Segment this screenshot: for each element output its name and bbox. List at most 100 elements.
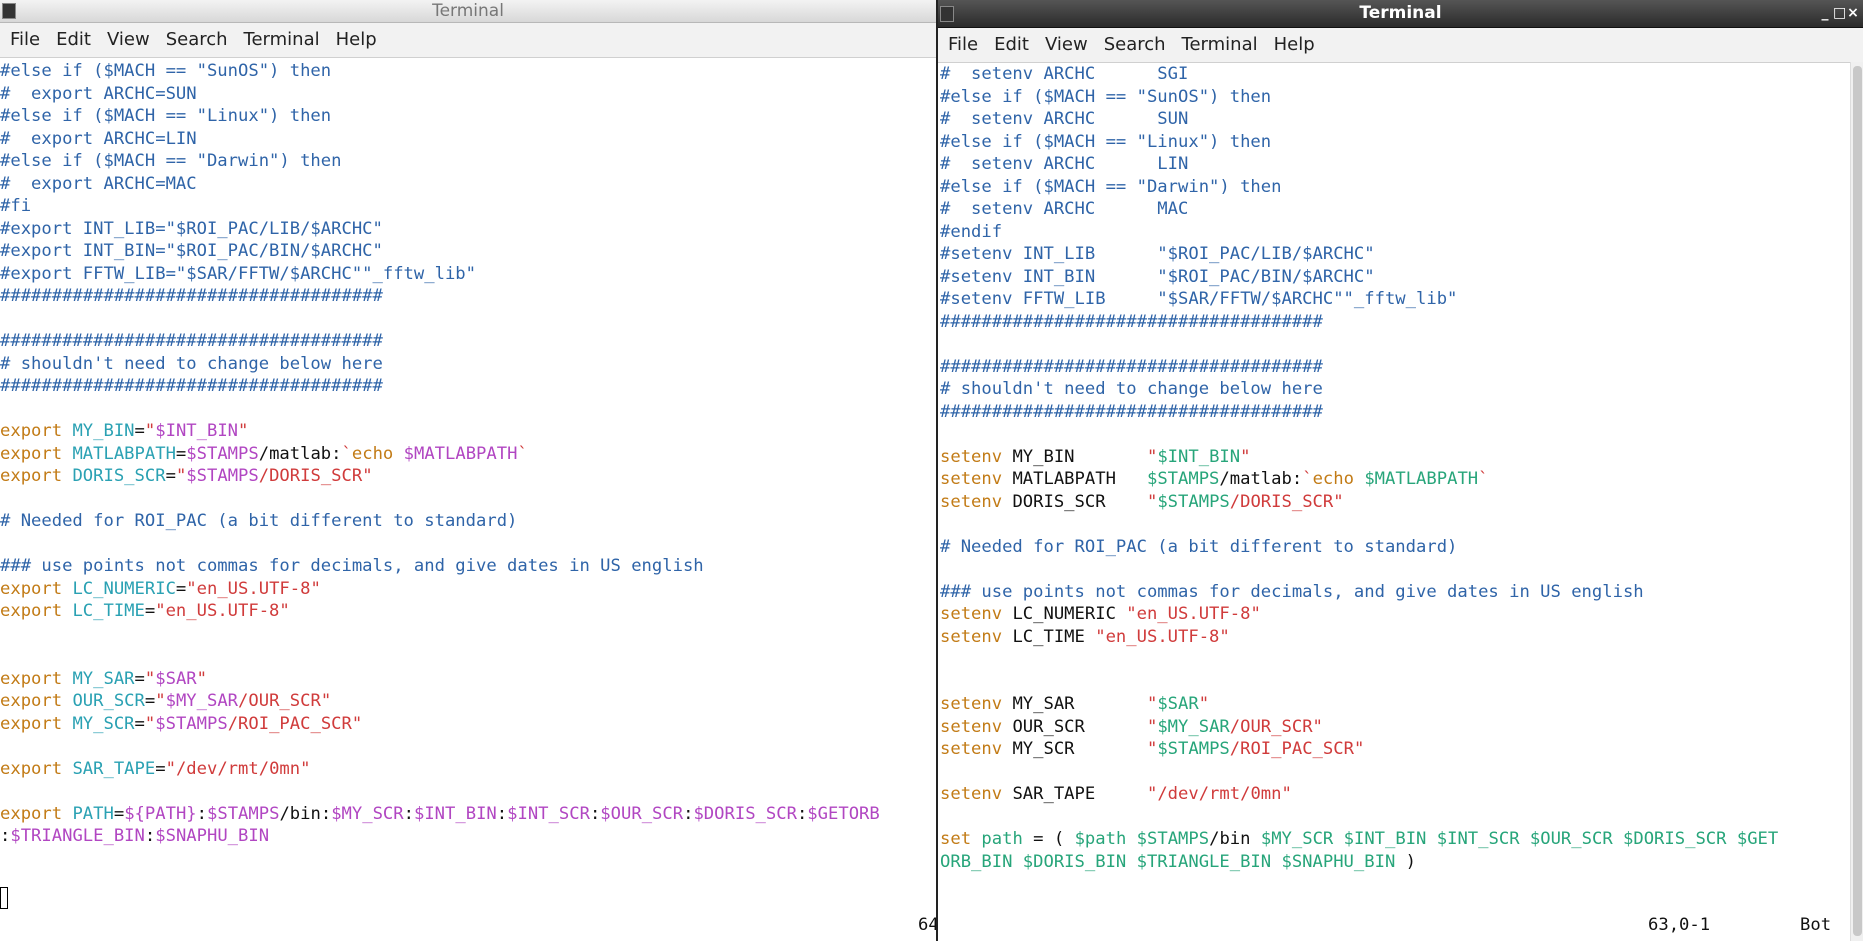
code-token: export: [0, 443, 73, 464]
code-token: MATLABPATH: [72, 443, 176, 464]
menu-search[interactable]: Search: [158, 23, 236, 57]
code-token: # Needed for ROI_PAC (a bit different to…: [0, 511, 518, 531]
terminal-line: # shouldn't need to change below here: [940, 378, 1863, 401]
code-token: #else if ($MACH == "Linux") then: [940, 131, 1272, 152]
terminal-line: setenv MY_SCR "$STAMPS/ROI_PAC_SCR": [940, 738, 1863, 761]
terminal-window-right[interactable]: Terminal _ □× File Edit View Search Terminal H…: [938, 0, 1863, 941]
code-token: LC_NUMERIC: [72, 578, 176, 599]
terminal-line: #else if ($MACH == "Linux") then: [940, 131, 1863, 154]
code-token: :: [589, 803, 601, 824]
code-token: /ROI_PAC_SCR": [227, 713, 363, 734]
code-token: setenv: [940, 784, 1013, 804]
terminal-line: export MATLABPATH=$STAMPS/matlab:`echo $…: [0, 443, 936, 466]
terminal-line: #else if ($MACH == "Linux") then: [0, 105, 936, 128]
code-token: /bin: [1209, 829, 1261, 849]
scrollbar[interactable]: [1850, 62, 1863, 941]
window-title: Terminal: [432, 1, 504, 21]
code-token: ": [1146, 739, 1158, 759]
maximize-icon[interactable]: □: [1833, 0, 1847, 27]
menu-file[interactable]: File: [940, 28, 986, 62]
code-token: $STAMPS: [1157, 739, 1230, 759]
scrollbar-thumb[interactable]: [1853, 66, 1862, 936]
menu-edit[interactable]: Edit: [48, 23, 99, 57]
status-line-scroll: Bot: [1800, 915, 1832, 935]
code-token: $MY_SAR: [165, 691, 239, 711]
code-token: setenv: [940, 626, 1013, 647]
code-token: #else if ($MACH == "Linux") then: [0, 106, 332, 126]
terminal-line: export OUR_SCR="$MY_SAR/OUR_SCR": [0, 690, 936, 713]
code-token: MATLABPATH: [1012, 469, 1147, 489]
menu-help[interactable]: Help: [328, 23, 385, 57]
title-bar[interactable]: Terminal: [0, 0, 936, 23]
close-icon[interactable]: ×: [1847, 0, 1861, 27]
code-token: $MY_SCR: [331, 803, 404, 824]
terminal-icon: [940, 6, 954, 22]
title-bar[interactable]: Terminal _ □×: [938, 0, 1863, 28]
menu-view[interactable]: View: [1037, 28, 1096, 62]
code-token: #fi: [0, 196, 32, 216]
terminal-line: # setenv ARCHC SGI: [940, 63, 1863, 86]
code-token: #export INT_BIN="$ROI_PAC/BIN/$ARCHC": [0, 241, 383, 261]
terminal-line: # shouldn't need to change below here: [0, 353, 936, 376]
code-token: ": [175, 466, 187, 486]
code-token: :: [403, 803, 414, 824]
minimize-icon[interactable]: _: [1819, 0, 1833, 27]
terminal-line: #export INT_LIB="$ROI_PAC/LIB/$ARCHC": [0, 218, 936, 241]
menu-file[interactable]: File: [2, 23, 48, 57]
code-token: SAR_TAPE: [72, 758, 156, 779]
terminal-line: #####################################: [0, 375, 936, 398]
code-token: $path $STAMPS: [1074, 829, 1210, 849]
terminal-line: # setenv ARCHC MAC: [940, 198, 1863, 221]
menu-terminal[interactable]: Terminal: [236, 23, 328, 57]
menu-help[interactable]: Help: [1266, 28, 1323, 62]
terminal-line: export MY_SCR="$STAMPS/ROI_PAC_SCR": [0, 713, 936, 736]
code-token: "/dev/rmt/0mn": [165, 758, 311, 779]
code-token: MY_BIN: [1012, 446, 1147, 467]
terminal-icon: [2, 3, 16, 19]
terminal-text-area[interactable]: #else if ($MACH == "SunOS") then # export…: [0, 60, 936, 848]
menu-search[interactable]: Search: [1096, 28, 1174, 62]
code-token: $STAMPS: [1146, 469, 1220, 489]
code-token: #setenv INT_BIN "$ROI_PAC/BIN/$ARCHC": [940, 266, 1375, 287]
menu-terminal[interactable]: Terminal: [1174, 28, 1266, 62]
terminal-text-area[interactable]: # setenv ARCHC SGI #else if ($MACH == "Su…: [938, 63, 1863, 873]
code-token: MY_SAR: [1012, 694, 1147, 714]
code-token: #####################################: [940, 356, 1323, 377]
menu-view[interactable]: View: [99, 23, 158, 57]
menu-bar: File Edit View Search Terminal Help: [0, 23, 936, 58]
code-token: =: [113, 803, 125, 824]
code-token: $MATLABPATH: [403, 443, 518, 464]
code-token: export: [0, 578, 73, 599]
terminal-line: #export INT_BIN="$ROI_PAC/BIN/$ARCHC": [0, 240, 936, 263]
terminal-window-left[interactable]: Terminal File Edit View Search Terminal Help …: [0, 0, 936, 941]
code-token: "en_US.UTF-8": [155, 601, 290, 621]
code-token: =: [155, 758, 166, 779]
code-token: $GETORB: [807, 803, 880, 824]
code-token: ): [1395, 851, 1417, 872]
terminal-line: # export ARCHC=SUN: [0, 83, 936, 106]
code-token: =: [144, 691, 156, 711]
code-token: :: [144, 826, 156, 846]
terminal-line: #####################################: [940, 356, 1863, 379]
menu-edit[interactable]: Edit: [986, 28, 1037, 62]
terminal-line: # export ARCHC=LIN: [0, 128, 936, 151]
terminal-line: setenv MY_SAR "$SAR": [940, 693, 1863, 716]
code-token: echo: [351, 443, 404, 464]
code-token: :: [0, 826, 11, 846]
code-token: ": [1146, 446, 1158, 467]
terminal-line: setenv OUR_SCR "$MY_SAR/OUR_SCR": [940, 716, 1863, 739]
terminal-line: #####################################: [0, 330, 936, 353]
code-token: $SAR: [155, 668, 197, 689]
status-line-position: 63,0-1: [1648, 915, 1711, 935]
terminal-line: # Needed for ROI_PAC (a bit different to…: [0, 510, 936, 533]
terminal-line: #else if ($MACH == "SunOS") then: [940, 86, 1863, 109]
code-token: #endif: [940, 221, 1003, 242]
terminal-line: # setenv ARCHC SUN: [940, 108, 1863, 131]
code-token: # export ARCHC=MAC: [0, 173, 197, 194]
code-token: $INT_BIN: [155, 421, 239, 441]
